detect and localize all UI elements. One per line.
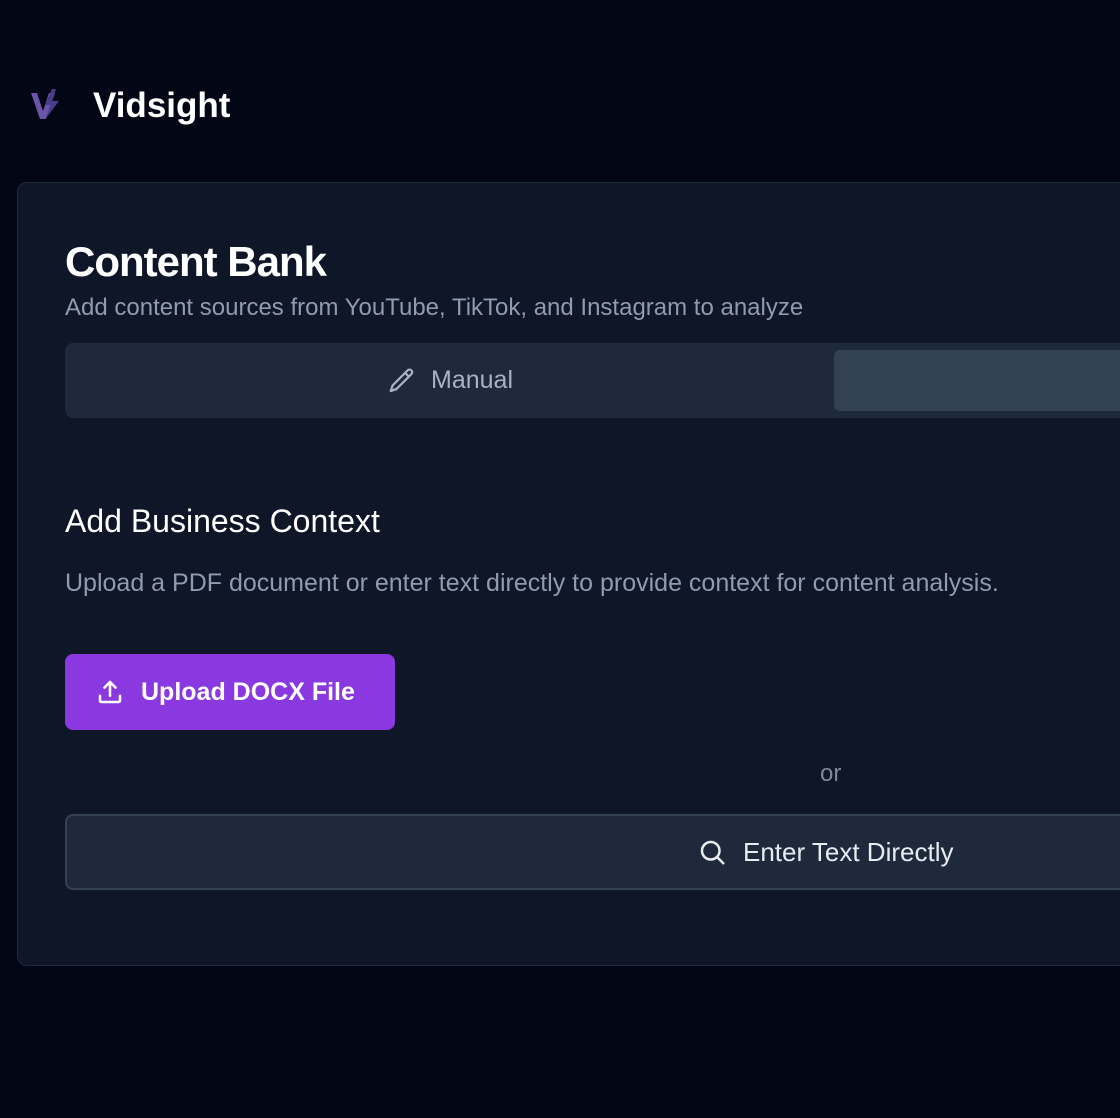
upload-docx-button[interactable]: Upload DOCX File — [65, 654, 395, 730]
tab-active[interactable] — [834, 350, 1120, 411]
or-divider: or — [820, 760, 842, 787]
vidsight-logo-icon — [31, 89, 59, 119]
upload-icon — [98, 680, 122, 704]
brand-header[interactable]: Vidsight — [30, 84, 230, 125]
tab-manual-label: Manual — [431, 366, 513, 394]
enter-text-label: Enter Text Directly — [743, 836, 954, 867]
search-icon — [700, 840, 725, 865]
content-bank-card: Content Bank Add content sources from Yo… — [17, 182, 1120, 966]
upload-docx-label: Upload DOCX File — [141, 677, 355, 706]
page-title: Content Bank — [65, 238, 327, 285]
page-subtitle: Add content sources from YouTube, TikTok… — [65, 294, 804, 321]
business-context-description: Upload a PDF document or enter text dire… — [65, 569, 999, 597]
enter-text-content: Enter Text Directly — [697, 816, 953, 888]
business-context-title: Add Business Context — [65, 503, 380, 539]
pencil-icon — [389, 367, 414, 392]
enter-text-button[interactable]: Enter Text Directly — [65, 814, 1120, 890]
app-page: Vidsight Content Bank Add content source… — [0, 0, 1120, 1118]
source-tabs: Manual — [65, 343, 1120, 418]
tab-manual[interactable]: Manual — [65, 343, 835, 418]
brand-name: Vidsight — [93, 86, 231, 125]
